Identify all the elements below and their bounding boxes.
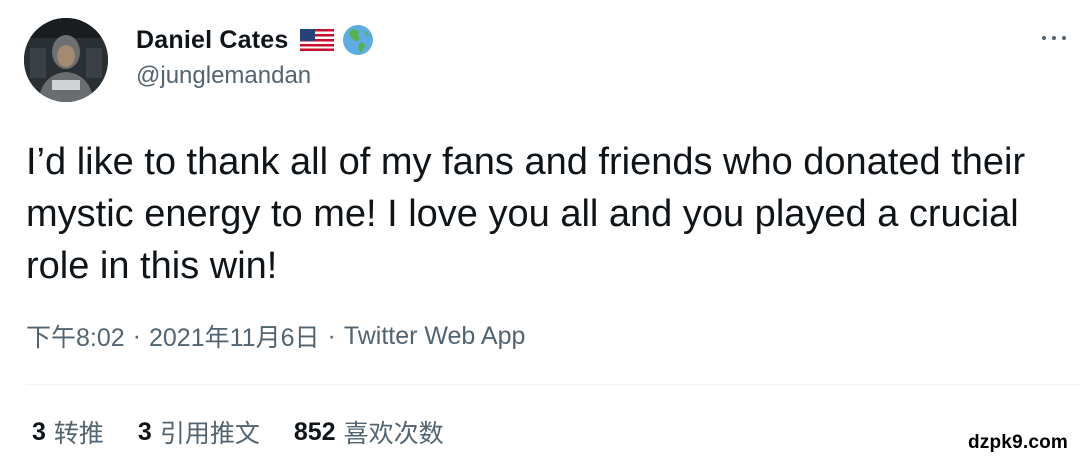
divider [26, 384, 1080, 385]
author-display-name[interactable]: Daniel Cates [136, 26, 288, 55]
likes-label: 喜欢次数 [343, 420, 444, 448]
meta-separator: · [327, 321, 336, 350]
more-horizontal-icon[interactable] [1036, 26, 1072, 50]
likes-stat[interactable]: 852 喜欢次数 [294, 414, 444, 450]
quotes-label: 引用推文 [159, 420, 260, 448]
avatar-image [24, 18, 108, 102]
tweet-text: I’d like to thank all of my fans and fri… [26, 141, 1026, 287]
quotes-stat[interactable]: 3 引用推文 [138, 414, 260, 450]
tweet-source[interactable]: Twitter Web App [344, 322, 526, 351]
tweet-stats: 3 转推 3 引用推文 852 喜欢次数 [32, 414, 478, 450]
avatar[interactable] [24, 18, 108, 102]
watermark: dzpk9.com [968, 432, 1068, 453]
meta-separator: · [132, 321, 141, 350]
likes-count: 852 [293, 417, 336, 446]
globe-americas-icon [343, 25, 374, 55]
retweets-label: 转推 [53, 420, 104, 448]
author-handle[interactable]: @junglemandan [136, 62, 311, 90]
tweet-metadata: 下午8:02 · 2021年11月6日 · Twitter Web App [26, 318, 525, 354]
author-name-row: Daniel Cates [136, 22, 374, 58]
retweets-stat[interactable]: 3 转推 [32, 414, 104, 450]
tweet-date[interactable]: 2021年11月6日 [149, 318, 319, 354]
us-flag-icon [300, 29, 335, 51]
tweet-card: Daniel Cates @junglemandan I’d like to t… [0, 0, 1080, 466]
retweets-count: 3 [32, 417, 46, 446]
quotes-count: 3 [137, 417, 152, 446]
tweet-time[interactable]: 下午8:02 [26, 318, 125, 354]
